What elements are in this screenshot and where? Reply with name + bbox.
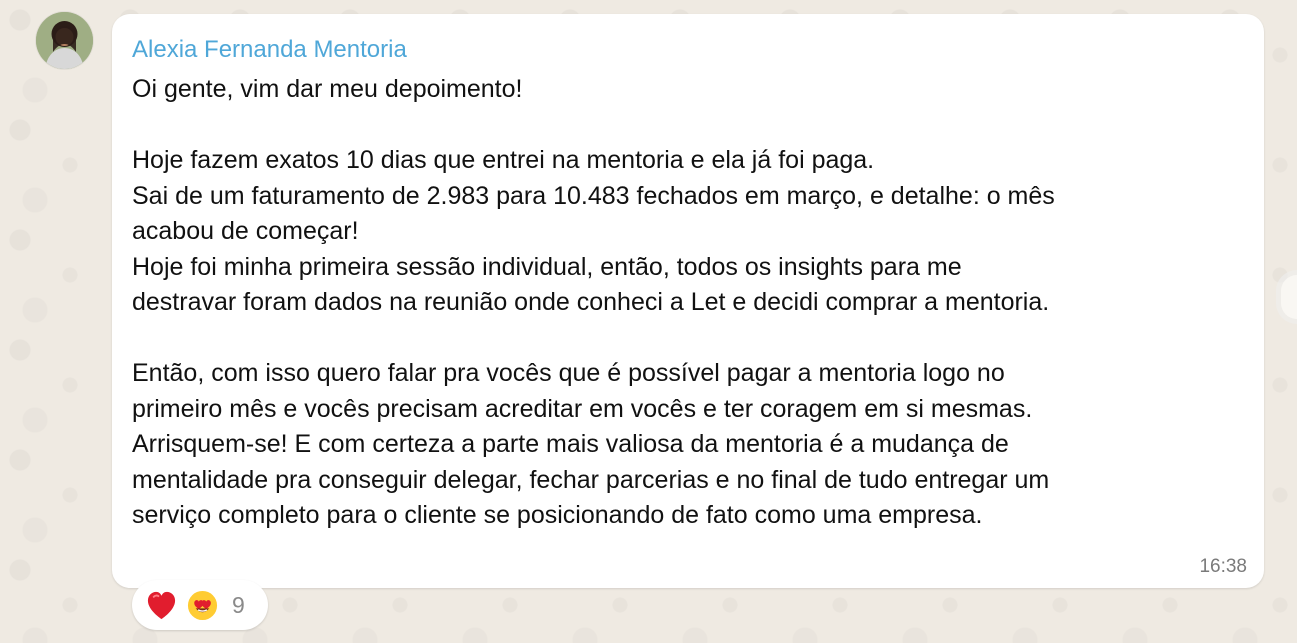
message-time: 16:38 (1199, 556, 1247, 577)
message-line: primeiro mês e vocês precisam acreditar … (132, 394, 1033, 423)
message-line: serviço completo para o cliente se posic… (132, 501, 983, 529)
message-line: Então, com isso quero falar pra vocês qu… (132, 359, 1005, 387)
message-text: Oi gente, vim dar meu depoimento! Hoje f… (132, 72, 1232, 534)
message-line: Sai de um faturamento de 2.983 para 10.4… (132, 181, 1055, 210)
message-bubble[interactable]: Alexia Fernanda Mentoria Oi gente, vim d… (112, 14, 1264, 588)
heart-icon (144, 588, 179, 623)
avatar-image (36, 12, 93, 69)
message-line: Arrisquem-se! E com certeza a parte mais… (132, 430, 1009, 458)
sender-avatar[interactable] (36, 12, 93, 69)
message-line: Hoje foi minha primeira sessão individua… (132, 252, 962, 281)
message-line: mentalidade pra conseguir delegar, fecha… (132, 465, 1050, 494)
reaction-count: 9 (232, 591, 245, 618)
heart-eyes-icon (185, 588, 220, 623)
side-scroll-control[interactable] (1276, 270, 1297, 324)
message-line: Oi gente, vim dar meu depoimento! (132, 75, 523, 103)
message-line: Hoje fazem exatos 10 dias que entrei na … (132, 146, 875, 174)
message-line: destravar foram dados na reunião onde co… (132, 288, 1050, 316)
message-line: acabou de começar! (132, 217, 359, 245)
sender-name[interactable]: Alexia Fernanda Mentoria (132, 36, 407, 64)
reaction-pill[interactable]: 9 (132, 580, 268, 630)
